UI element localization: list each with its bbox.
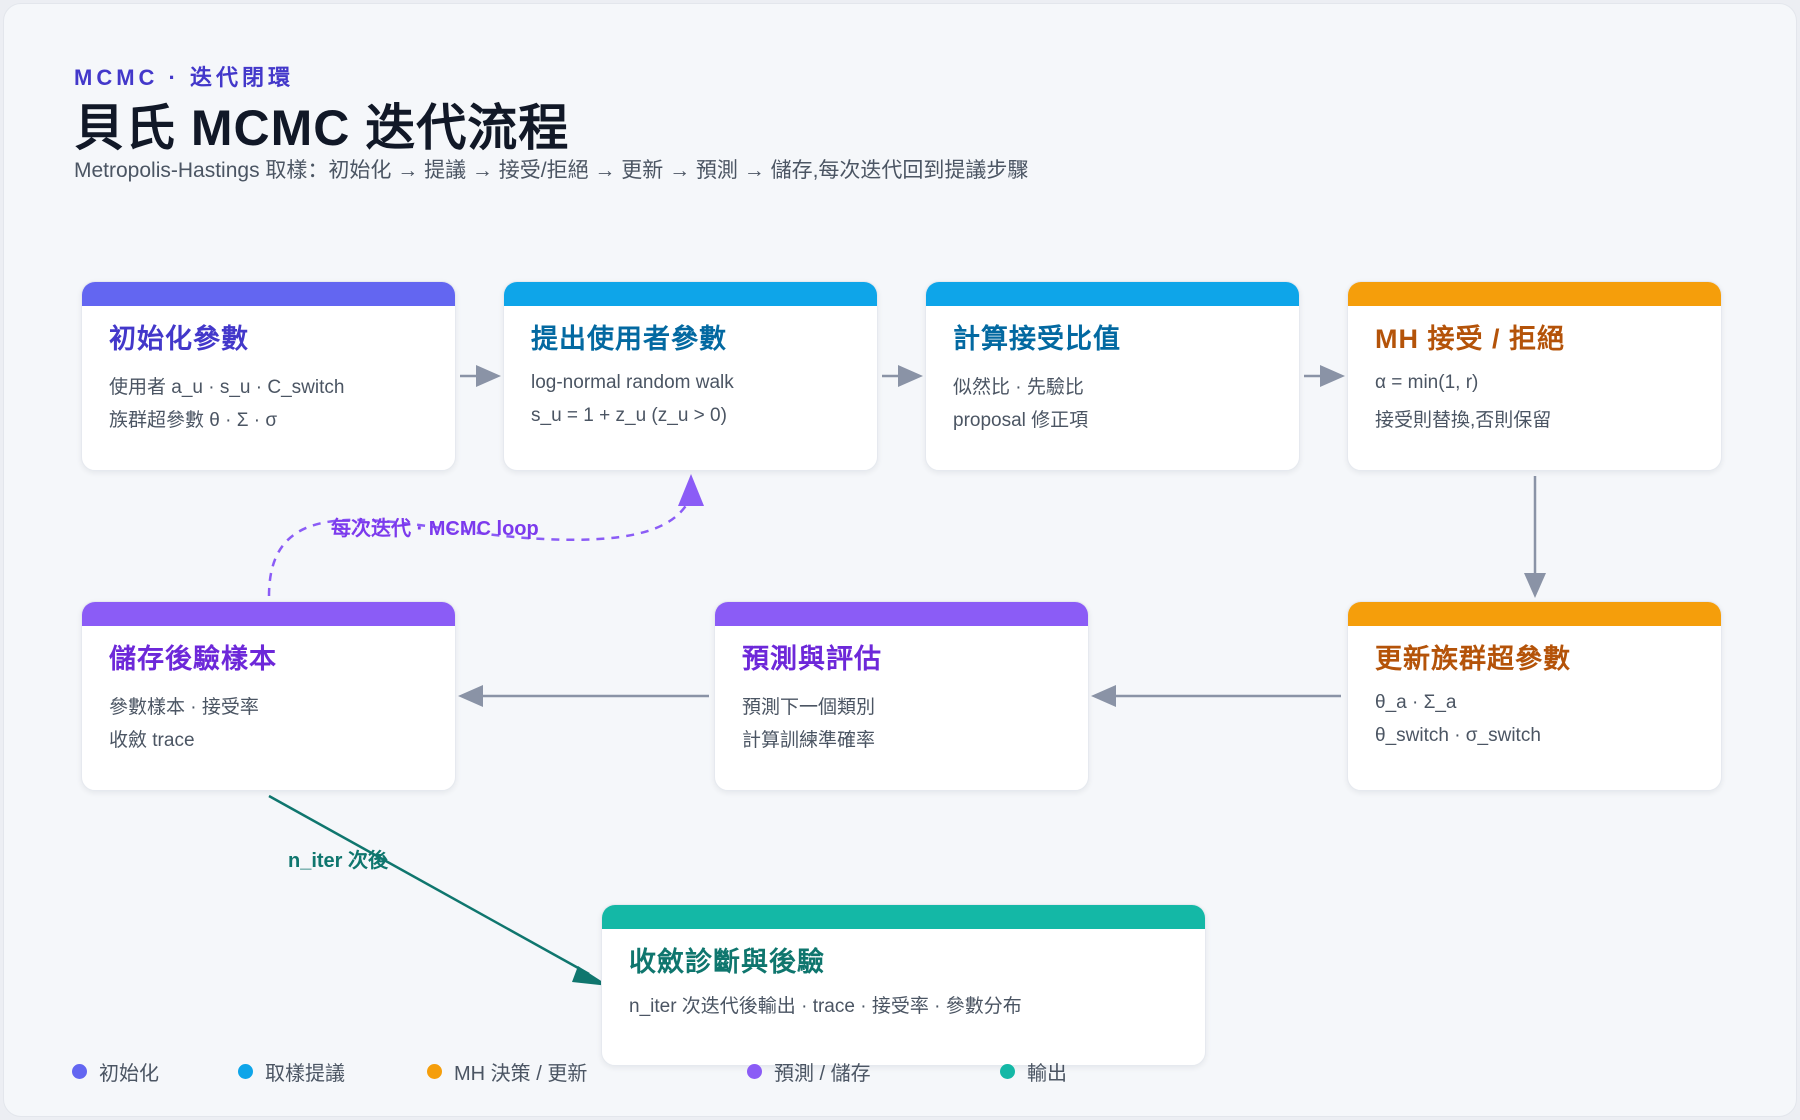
node-detail: 使用者 a_u · s_u · C_switch — [109, 377, 345, 398]
node-detail: α = min(1, r) — [1375, 372, 1479, 393]
legend-dot-icon — [427, 1064, 442, 1079]
loop-edge-label: 每次迭代 · MCMC loop — [331, 518, 539, 540]
node-color-bar — [82, 602, 455, 626]
legend-label: 預測 / 儲存 — [774, 1063, 871, 1085]
node-detail: θ_a · Σ_a — [1375, 692, 1457, 713]
legend-dot-icon — [72, 1064, 87, 1079]
node-title: 提出使用者參數 — [531, 324, 727, 354]
arrow-init-to-propose — [460, 365, 501, 387]
node-title: MH 接受 / 拒絕 — [1375, 324, 1565, 354]
node-detail: log-normal random walk — [531, 372, 734, 393]
legend-item-init: 初始化 — [72, 1057, 159, 1086]
node-mh-decision: MH 接受 / 拒絕 α = min(1, r) 接受則替換,否則保留 — [1347, 281, 1722, 471]
node-title: 計算接受比值 — [953, 324, 1121, 354]
node-color-bar — [926, 282, 1299, 306]
node-detail: θ_switch · σ_switch — [1375, 725, 1541, 746]
arrow-store-to-converge — [268, 794, 609, 986]
node-detail: 接受則替換,否則保留 — [1375, 410, 1552, 431]
node-color-bar — [1348, 602, 1721, 626]
node-detail: 收斂 trace — [109, 730, 195, 751]
legend-dot-icon — [1000, 1064, 1015, 1079]
node-detail: n_iter 次迭代後輸出 · trace · 接受率 · 參數分布 — [629, 996, 1022, 1017]
legend-dot-icon — [747, 1064, 762, 1079]
node-color-bar — [602, 905, 1205, 929]
node-predict: 預測與評估 預測下一個類別 計算訓練準確率 — [714, 601, 1089, 791]
node-init: 初始化參數 使用者 a_u · s_u · C_switch 族群超參數 θ ·… — [81, 281, 456, 471]
node-title: 儲存後驗樣本 — [109, 644, 277, 674]
node-ratio: 計算接受比值 似然比 · 先驗比 proposal 修正項 — [925, 281, 1300, 471]
legend-label: 初始化 — [99, 1063, 159, 1085]
node-store: 儲存後驗樣本 參數樣本 · 接受率 收斂 trace — [81, 601, 456, 791]
node-update: 更新族群超參數 θ_a · Σ_a θ_switch · σ_switch — [1347, 601, 1722, 791]
node-propose: 提出使用者參數 log-normal random walk s_u = 1 +… — [503, 281, 878, 471]
niter-edge-label: n_iter 次後 — [288, 850, 389, 872]
node-detail: 似然比 · 先驗比 — [953, 377, 1084, 398]
node-title: 更新族群超參數 — [1375, 644, 1571, 674]
node-color-bar — [82, 282, 455, 306]
diagram-canvas: MCMC · 迭代閉環 貝氏 MCMC 迭代流程 Metropolis-Hast… — [3, 3, 1797, 1117]
node-color-bar — [715, 602, 1088, 626]
arrow-predict-to-store — [458, 685, 709, 707]
node-title: 收斂診斷與後驗 — [629, 947, 825, 977]
legend-item-decision: MH 決策 / 更新 — [427, 1057, 587, 1086]
arrow-mh-to-update — [1524, 476, 1546, 598]
node-detail: proposal 修正項 — [953, 410, 1089, 431]
arrow-update-to-predict — [1091, 685, 1341, 707]
node-title: 預測與評估 — [742, 644, 882, 674]
legend-item-predict: 預測 / 儲存 — [747, 1057, 871, 1086]
node-color-bar — [504, 282, 877, 306]
legend-item-output: 輸出 — [1000, 1057, 1067, 1086]
legend-dot-icon — [238, 1064, 253, 1079]
legend-label: MH 決策 / 更新 — [454, 1063, 588, 1085]
arrow-ratio-to-mh — [1304, 365, 1345, 387]
node-detail: 預測下一個類別 — [742, 697, 876, 718]
legend-item-proposal: 取樣提議 — [238, 1057, 345, 1086]
node-detail: 計算訓練準確率 — [742, 730, 876, 751]
arrow-propose-to-ratio — [882, 365, 923, 387]
node-color-bar — [1348, 282, 1721, 306]
node-detail: 參數樣本 · 接受率 — [109, 697, 259, 718]
node-title: 初始化參數 — [109, 324, 249, 354]
node-detail: s_u = 1 + z_u (z_u > 0) — [531, 405, 727, 426]
legend-label: 取樣提議 — [265, 1063, 345, 1085]
node-converge: 收斂診斷與後驗 n_iter 次迭代後輸出 · trace · 接受率 · 參數… — [601, 904, 1206, 1066]
node-detail: 族群超參數 θ · Σ · σ — [109, 410, 278, 431]
legend-label: 輸出 — [1027, 1063, 1067, 1085]
